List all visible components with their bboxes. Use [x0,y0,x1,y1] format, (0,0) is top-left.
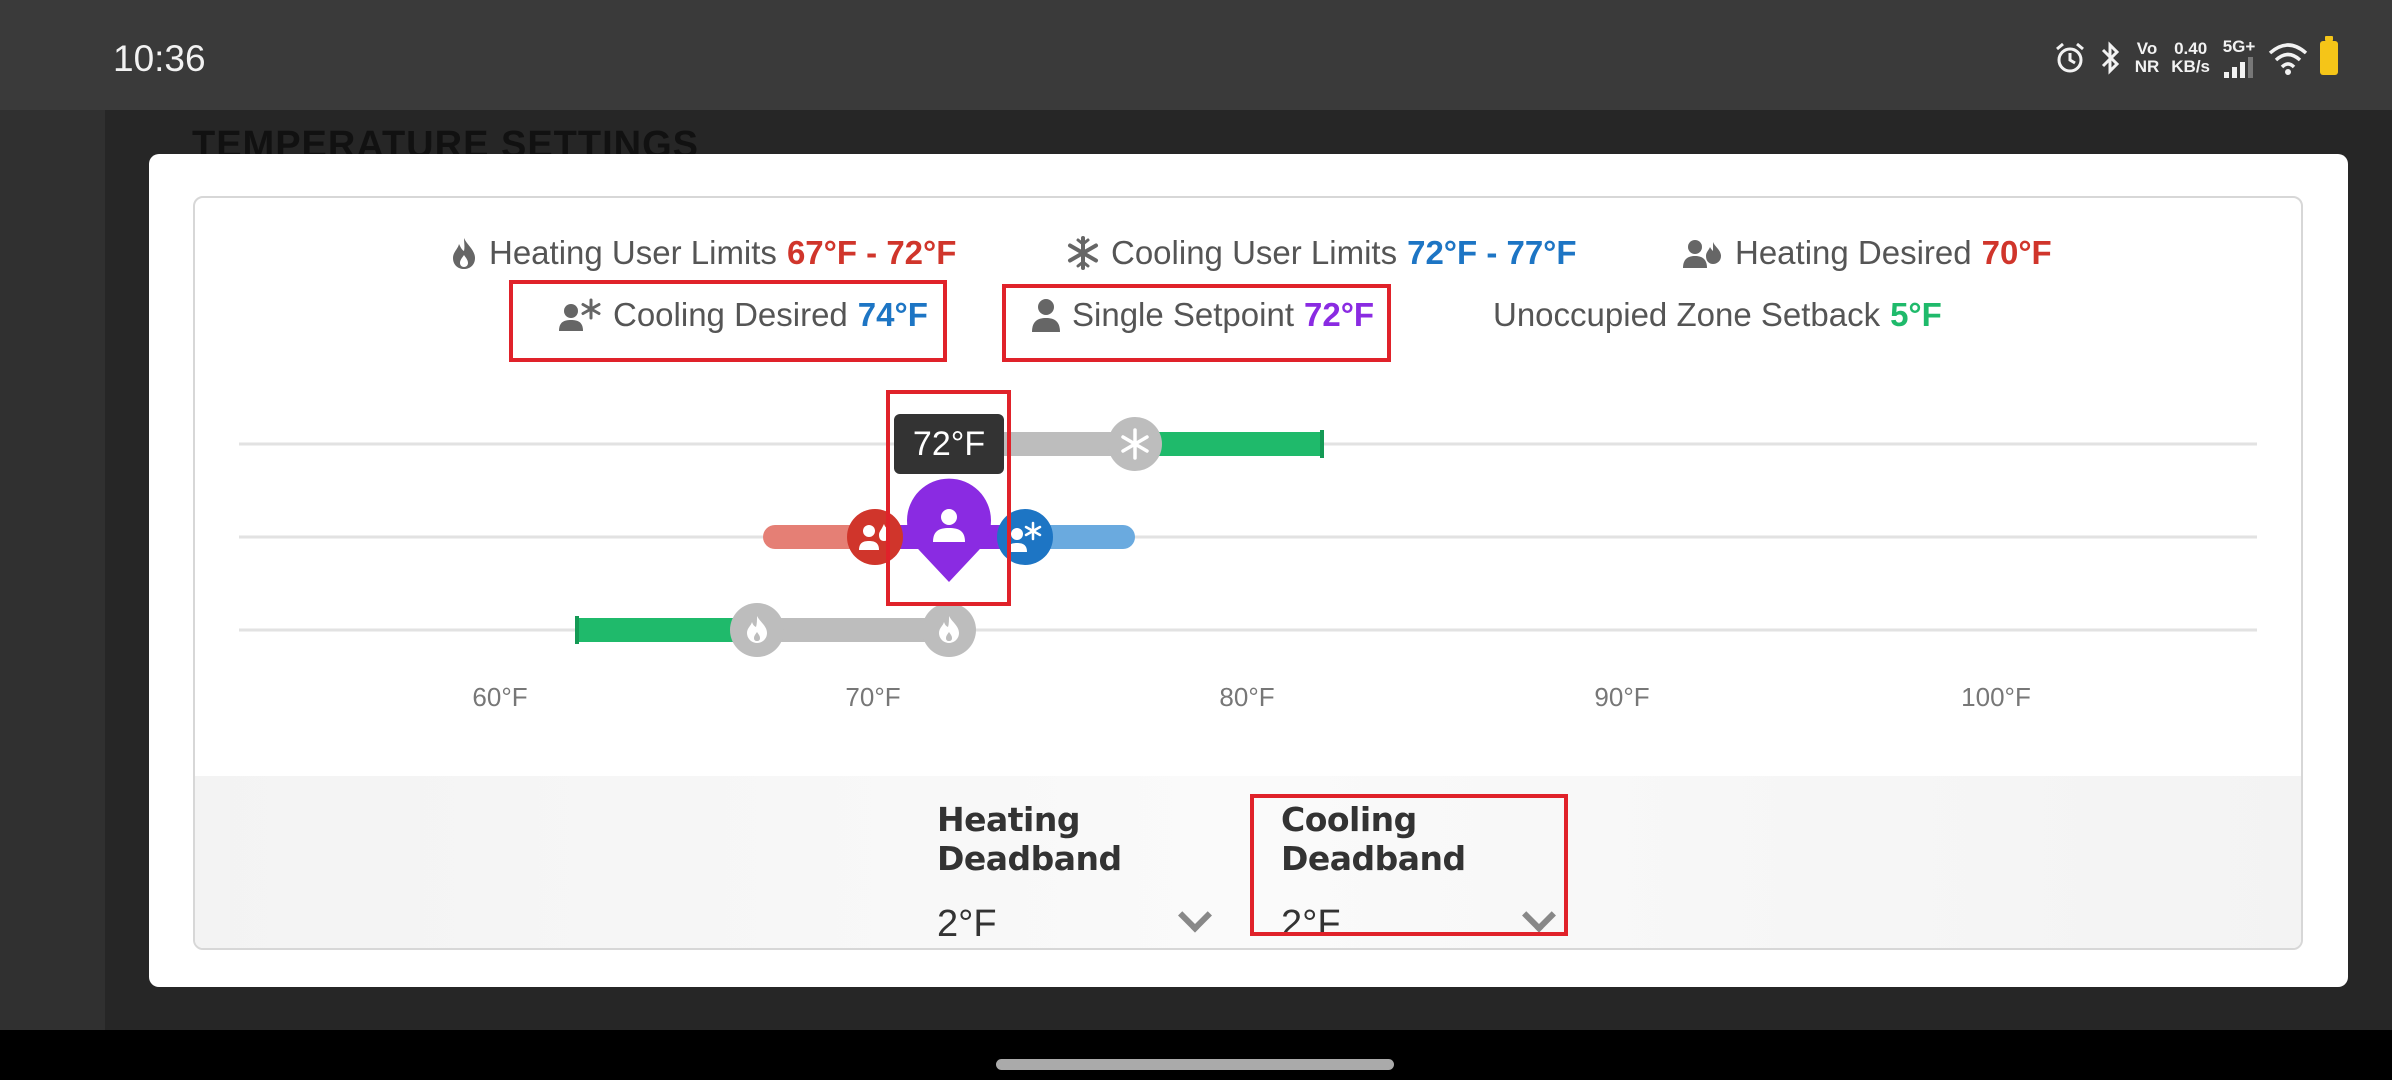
heating-high-handle[interactable] [922,603,976,657]
chevron-down-icon [1178,898,1212,933]
heating-limits-bar [757,618,949,642]
axis-tick-90: 90°F [1594,682,1650,712]
heating-deadband-label: Heating Deadband [937,800,1122,878]
net-type-top: Vo [2136,39,2158,58]
bluetooth-icon [2101,41,2119,75]
wifi-icon [2268,43,2308,75]
net-type-bottom: NR [2134,57,2160,76]
navigation-bar [0,1030,2392,1080]
cooling-high-handle[interactable] [1108,417,1162,471]
network-type: Vo NR [2135,40,2160,76]
axis-tick-70: 70°F [845,682,901,712]
heating-deadband: Heating Deadband 2°F [937,800,1217,948]
status-time: 10:36 [113,38,206,79]
speed-unit: KB/s [2171,57,2210,76]
axis-tick-80: 80°F [1219,682,1275,712]
speed-value: 0.40 [2174,39,2208,58]
signal-icon: 5G+ [2222,38,2256,78]
highlight-single-setpoint [1002,284,1391,362]
highlight-cooling-desired [509,280,947,362]
deadband-panel: Heating Deadband 2°F Cooling Deadband 2°… [195,776,2301,948]
axis-tick-100: 100°F [1961,682,2031,712]
heating-deadband-select[interactable]: 2°F [937,896,1217,948]
left-sidebar-strip [0,110,105,1030]
alarm-icon [2055,42,2084,73]
highlight-setpoint-handle [886,390,1011,606]
battery-icon [2320,36,2338,75]
signal-label: 5G+ [2222,37,2256,56]
axis-tick-60: 60°F [472,682,528,712]
heating-setback-end [575,616,579,644]
temperature-panel: Heating User Limits 67°F - 72°F Cooling … [193,196,2303,950]
heating-deadband-value: 2°F [937,902,997,945]
heating-low-handle[interactable] [730,603,784,657]
cooling-setback-bar [1135,432,1323,456]
network-speed: 0.40 KB/s [2171,40,2210,76]
status-bar: 10:36 Vo NR 0.40 KB/s 5G+ [0,0,2392,110]
home-indicator[interactable] [996,1059,1394,1070]
cooling-setback-end [1320,430,1324,458]
temperature-settings-card: Heating User Limits 67°F - 72°F Cooling … [149,154,2348,987]
status-icons: Vo NR 0.40 KB/s 5G+ [2053,36,2338,80]
highlight-cooling-deadband [1250,794,1568,936]
